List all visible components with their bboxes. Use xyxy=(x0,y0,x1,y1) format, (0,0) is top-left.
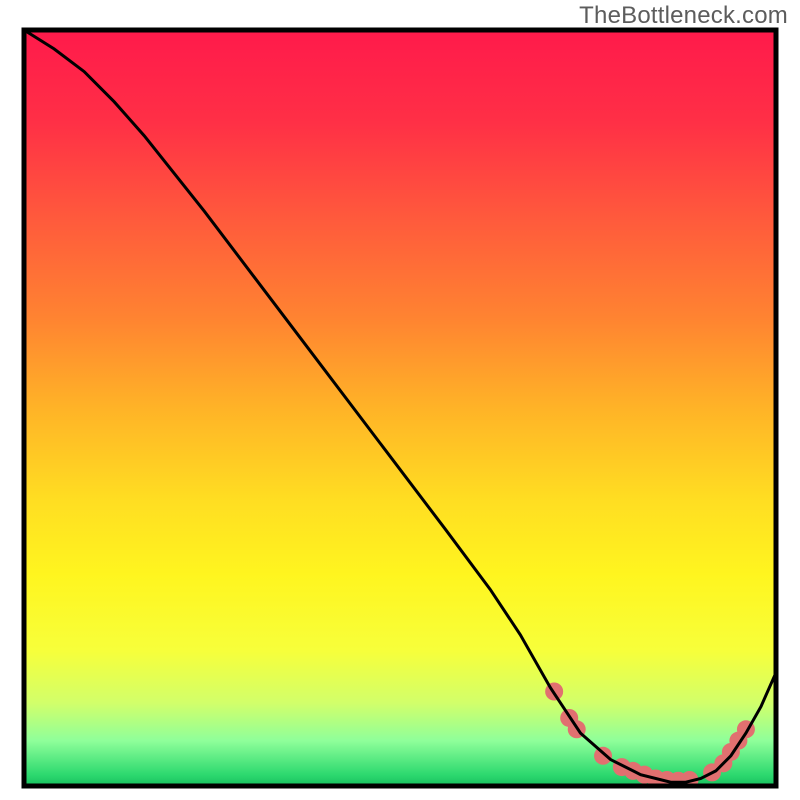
chart-svg xyxy=(0,0,800,800)
chart-frame: TheBottleneck.com xyxy=(0,0,800,800)
plot-area xyxy=(24,30,776,790)
watermark-text: TheBottleneck.com xyxy=(579,2,788,30)
gradient-background xyxy=(24,30,776,786)
marker-dot xyxy=(594,747,612,765)
